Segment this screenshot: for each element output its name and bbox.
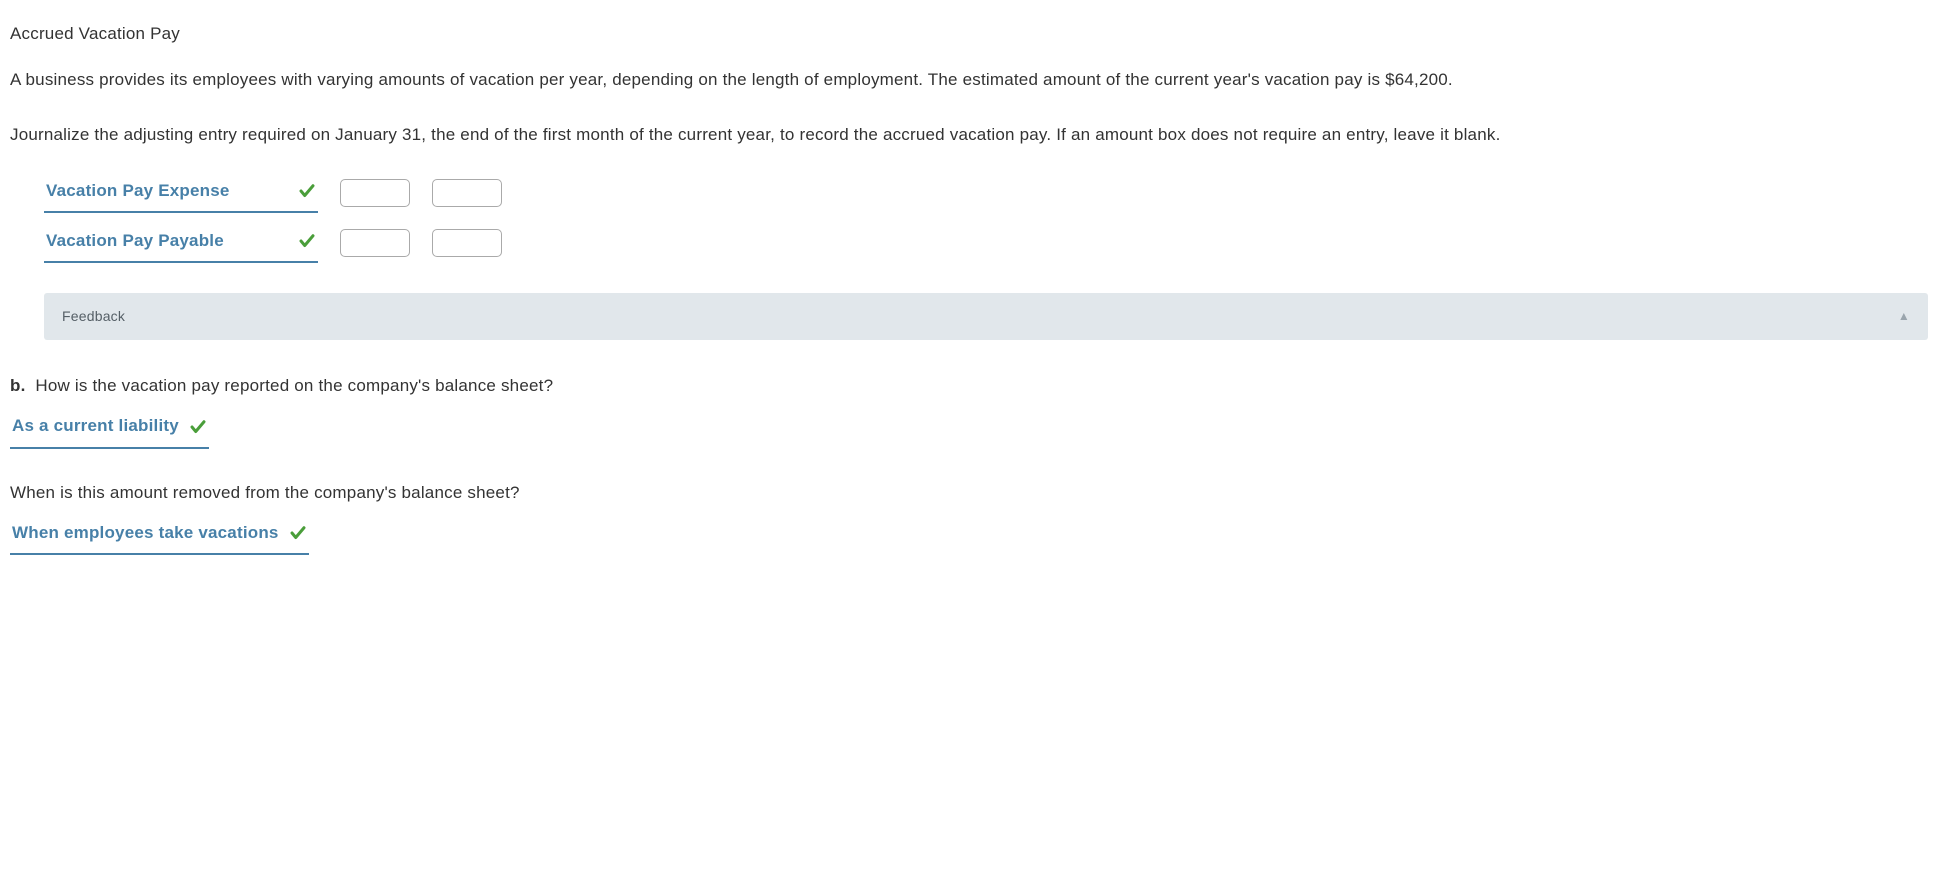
question-b2: When is this amount removed from the com… bbox=[10, 477, 1928, 509]
credit-input[interactable] bbox=[432, 229, 502, 257]
answer-dropdown[interactable]: When employees take vacations bbox=[10, 515, 309, 555]
checkmark-icon bbox=[298, 182, 316, 200]
answer-dropdown[interactable]: As a current liability bbox=[10, 408, 209, 448]
question-b1: b. How is the vacation pay reported on t… bbox=[10, 370, 1928, 402]
answer-value: As a current liability bbox=[12, 410, 179, 442]
debit-input[interactable] bbox=[340, 179, 410, 207]
checkmark-icon bbox=[189, 418, 207, 436]
feedback-toggle[interactable]: Feedback ▲ bbox=[44, 293, 1928, 340]
debit-input[interactable] bbox=[340, 229, 410, 257]
checkmark-icon bbox=[298, 232, 316, 250]
problem-instructions: Journalize the adjusting entry required … bbox=[10, 119, 1928, 151]
problem-description-1: A business provides its employees with v… bbox=[10, 64, 1928, 96]
part-b-section: b. How is the vacation pay reported on t… bbox=[10, 370, 1928, 555]
journal-row: Vacation Pay Payable bbox=[44, 223, 1928, 263]
question-text: How is the vacation pay reported on the … bbox=[35, 376, 553, 395]
checkmark-icon bbox=[289, 524, 307, 542]
account-dropdown[interactable]: Vacation Pay Expense bbox=[44, 173, 318, 213]
collapse-icon: ▲ bbox=[1898, 305, 1910, 328]
part-label: b. bbox=[10, 376, 26, 395]
feedback-label: Feedback bbox=[62, 303, 125, 330]
account-value: Vacation Pay Payable bbox=[46, 225, 224, 257]
account-value: Vacation Pay Expense bbox=[46, 175, 230, 207]
credit-input[interactable] bbox=[432, 179, 502, 207]
journal-entry-area: Vacation Pay Expense Vacation Pay Payabl… bbox=[10, 173, 1928, 264]
answer-value: When employees take vacations bbox=[12, 517, 279, 549]
journal-row: Vacation Pay Expense bbox=[44, 173, 1928, 213]
account-dropdown[interactable]: Vacation Pay Payable bbox=[44, 223, 318, 263]
problem-title: Accrued Vacation Pay bbox=[10, 18, 1928, 50]
